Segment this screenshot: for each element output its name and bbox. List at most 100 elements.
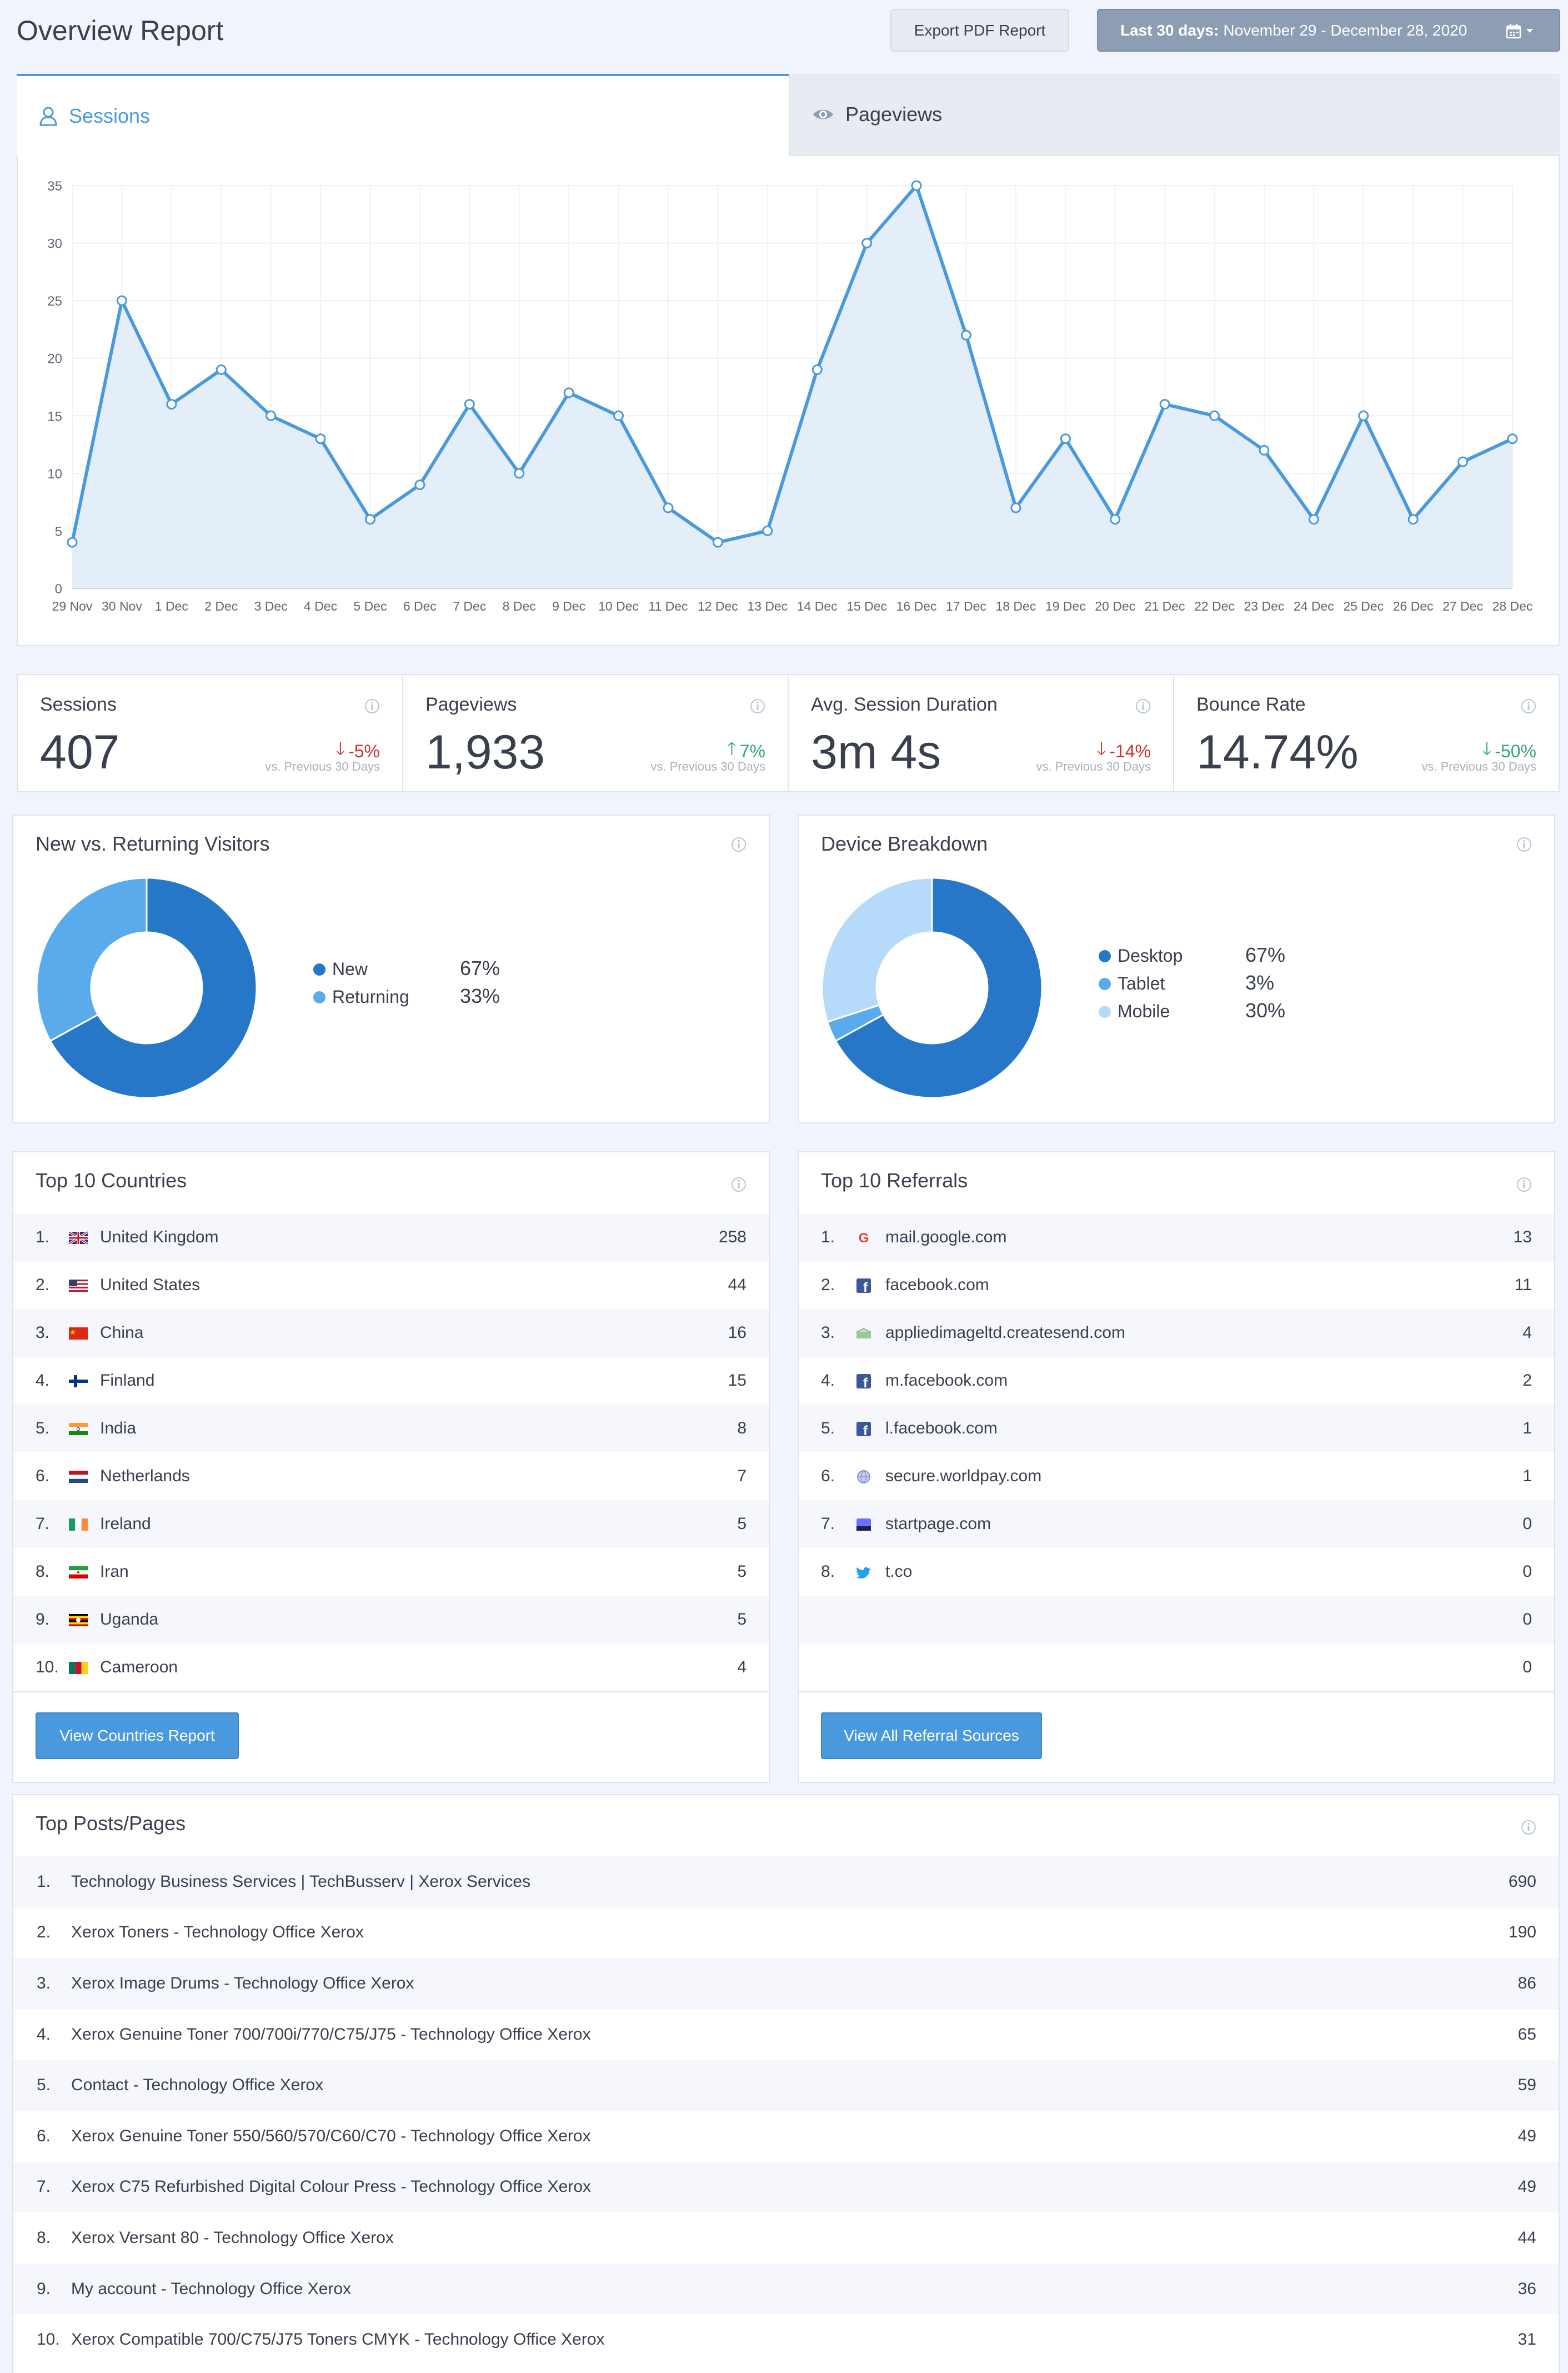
svg-text:f: f bbox=[863, 1376, 868, 1388]
data-point[interactable] bbox=[116, 295, 127, 306]
info-icon[interactable] bbox=[1521, 1820, 1536, 1835]
data-point[interactable] bbox=[762, 525, 773, 536]
donut-slice-mobile[interactable] bbox=[821, 877, 933, 1023]
stat-label: Bounce Rate bbox=[1196, 694, 1306, 715]
rank-number: 4. bbox=[37, 2025, 51, 2044]
data-point[interactable] bbox=[960, 329, 971, 341]
data-point[interactable] bbox=[1060, 433, 1071, 444]
legend-item-mobile: Mobile bbox=[1099, 1001, 1170, 1022]
y-tick-label: 5 bbox=[55, 524, 62, 539]
data-point[interactable] bbox=[712, 537, 723, 548]
stat-card-pageviews: Pageviews 1,933 🡑 7% vs. Previous 30 Days bbox=[403, 674, 789, 792]
x-tick-label: 15 Dec bbox=[846, 599, 887, 613]
stat-label: Sessions bbox=[40, 694, 117, 715]
item-count: 690 bbox=[1508, 1872, 1536, 1891]
data-point[interactable] bbox=[663, 502, 674, 513]
item-name: United Kingdom bbox=[100, 1228, 219, 1246]
data-point[interactable] bbox=[166, 399, 177, 410]
data-point[interactable] bbox=[315, 433, 326, 444]
data-point[interactable] bbox=[1457, 456, 1469, 467]
item-name[interactable]: startpage.com bbox=[885, 1515, 991, 1533]
user-icon bbox=[39, 107, 57, 126]
x-tick-label: 28 Dec bbox=[1492, 599, 1533, 613]
export-pdf-button[interactable]: Export PDF Report bbox=[890, 9, 1069, 52]
item-count: 2 bbox=[1522, 1371, 1532, 1390]
data-point[interactable] bbox=[265, 410, 277, 421]
data-point[interactable] bbox=[1507, 433, 1518, 444]
data-point[interactable] bbox=[563, 387, 574, 398]
rank-number: 6. bbox=[36, 1467, 50, 1485]
list-item: 2. United States 44 bbox=[13, 1261, 769, 1309]
item-name[interactable]: t.co bbox=[885, 1562, 912, 1581]
info-icon[interactable] bbox=[731, 837, 747, 852]
data-point[interactable] bbox=[1308, 514, 1319, 525]
item-count: 5 bbox=[737, 1610, 747, 1628]
y-tick-label: 20 bbox=[47, 352, 62, 367]
rank-number: 9. bbox=[37, 2279, 51, 2298]
info-icon[interactable] bbox=[750, 698, 765, 714]
item-count: 4 bbox=[1522, 1323, 1532, 1342]
x-tick-label: 23 Dec bbox=[1244, 599, 1284, 613]
list-item: 7. Ireland 5 bbox=[13, 1500, 769, 1548]
info-icon[interactable] bbox=[1135, 698, 1151, 714]
legend-dot bbox=[1099, 950, 1111, 962]
uk-flag-icon bbox=[68, 1231, 89, 1245]
item-name[interactable]: mail.google.com bbox=[885, 1228, 1006, 1247]
stat-card-bounce-rate: Bounce Rate 14.74% 🡓 -50% vs. Previous 30… bbox=[1174, 674, 1560, 792]
list-item: 2. Xerox Toners - Technology Office Xerox… bbox=[13, 1907, 1559, 1959]
data-point[interactable] bbox=[1209, 410, 1220, 421]
data-point[interactable] bbox=[364, 514, 375, 525]
data-point[interactable] bbox=[811, 364, 823, 375]
data-point[interactable] bbox=[861, 238, 873, 249]
data-point[interactable] bbox=[1010, 502, 1021, 513]
item-name[interactable]: appliedimageltd.createsend.com bbox=[885, 1323, 1125, 1342]
data-point[interactable] bbox=[514, 468, 525, 479]
data-point[interactable] bbox=[1259, 444, 1270, 456]
item-name[interactable]: facebook.com bbox=[885, 1276, 989, 1295]
data-point[interactable] bbox=[1407, 514, 1419, 525]
data-point[interactable] bbox=[1358, 410, 1369, 421]
data-point[interactable] bbox=[1110, 514, 1121, 525]
x-tick-label: 19 Dec bbox=[1045, 599, 1086, 613]
data-point[interactable] bbox=[414, 479, 425, 491]
item-name[interactable]: secure.worldpay.com bbox=[885, 1467, 1041, 1486]
item-name[interactable]: m.facebook.com bbox=[885, 1371, 1008, 1390]
date-range-button[interactable]: Last 30 days: November 29 - December 28,… bbox=[1097, 9, 1560, 52]
stat-compare: vs. Previous 30 Days bbox=[1421, 760, 1536, 773]
data-point[interactable] bbox=[911, 180, 922, 191]
item-count: 0 bbox=[1522, 1562, 1532, 1581]
devices-donut-chart bbox=[821, 877, 1043, 1099]
info-icon[interactable] bbox=[1516, 1177, 1532, 1192]
item-count: 1 bbox=[1522, 1419, 1532, 1437]
tab-sessions[interactable]: Sessions bbox=[17, 74, 789, 156]
data-point[interactable] bbox=[464, 399, 475, 410]
donut-slice-returning[interactable] bbox=[36, 877, 148, 1042]
list-item: 4. Xerox Genuine Toner 700/700i/770/C75/J… bbox=[13, 2009, 1559, 2060]
info-icon[interactable] bbox=[1516, 837, 1532, 852]
rank-number: 9. bbox=[36, 1610, 50, 1628]
top-countries-panel: Top 10 Countries 1. United Kingdom 258 2. Un… bbox=[12, 1151, 770, 1783]
view-countries-report-button[interactable]: View Countries Report bbox=[36, 1712, 239, 1759]
stat-label: Avg. Session Duration bbox=[811, 694, 998, 715]
item-name[interactable]: l.facebook.com bbox=[885, 1419, 998, 1438]
data-point[interactable] bbox=[67, 537, 78, 548]
legend-label: Returning bbox=[332, 987, 409, 1007]
list-item: 3. appliedimageltd.createsend.com 4 bbox=[799, 1309, 1554, 1357]
info-icon[interactable] bbox=[731, 1177, 747, 1192]
y-tick-label: 30 bbox=[47, 237, 62, 252]
rank-number: 6. bbox=[821, 1467, 835, 1485]
data-point[interactable] bbox=[216, 364, 227, 375]
rank-number: 5. bbox=[821, 1419, 835, 1437]
data-point[interactable] bbox=[1159, 399, 1170, 410]
tab-pageviews[interactable]: Pageviews bbox=[789, 74, 1560, 156]
rank-number: 2. bbox=[36, 1276, 50, 1294]
iran-flag-icon bbox=[69, 1565, 88, 1578]
data-point[interactable] bbox=[613, 410, 624, 421]
stat-value: 1,933 bbox=[425, 726, 545, 779]
view-all-referral-sources-button[interactable]: View All Referral Sources bbox=[821, 1712, 1042, 1759]
finland-flag-icon bbox=[69, 1374, 88, 1387]
info-icon[interactable] bbox=[1521, 698, 1536, 714]
legend-dot bbox=[1099, 977, 1111, 990]
china-flag-icon bbox=[69, 1326, 88, 1340]
info-icon[interactable] bbox=[364, 698, 380, 714]
